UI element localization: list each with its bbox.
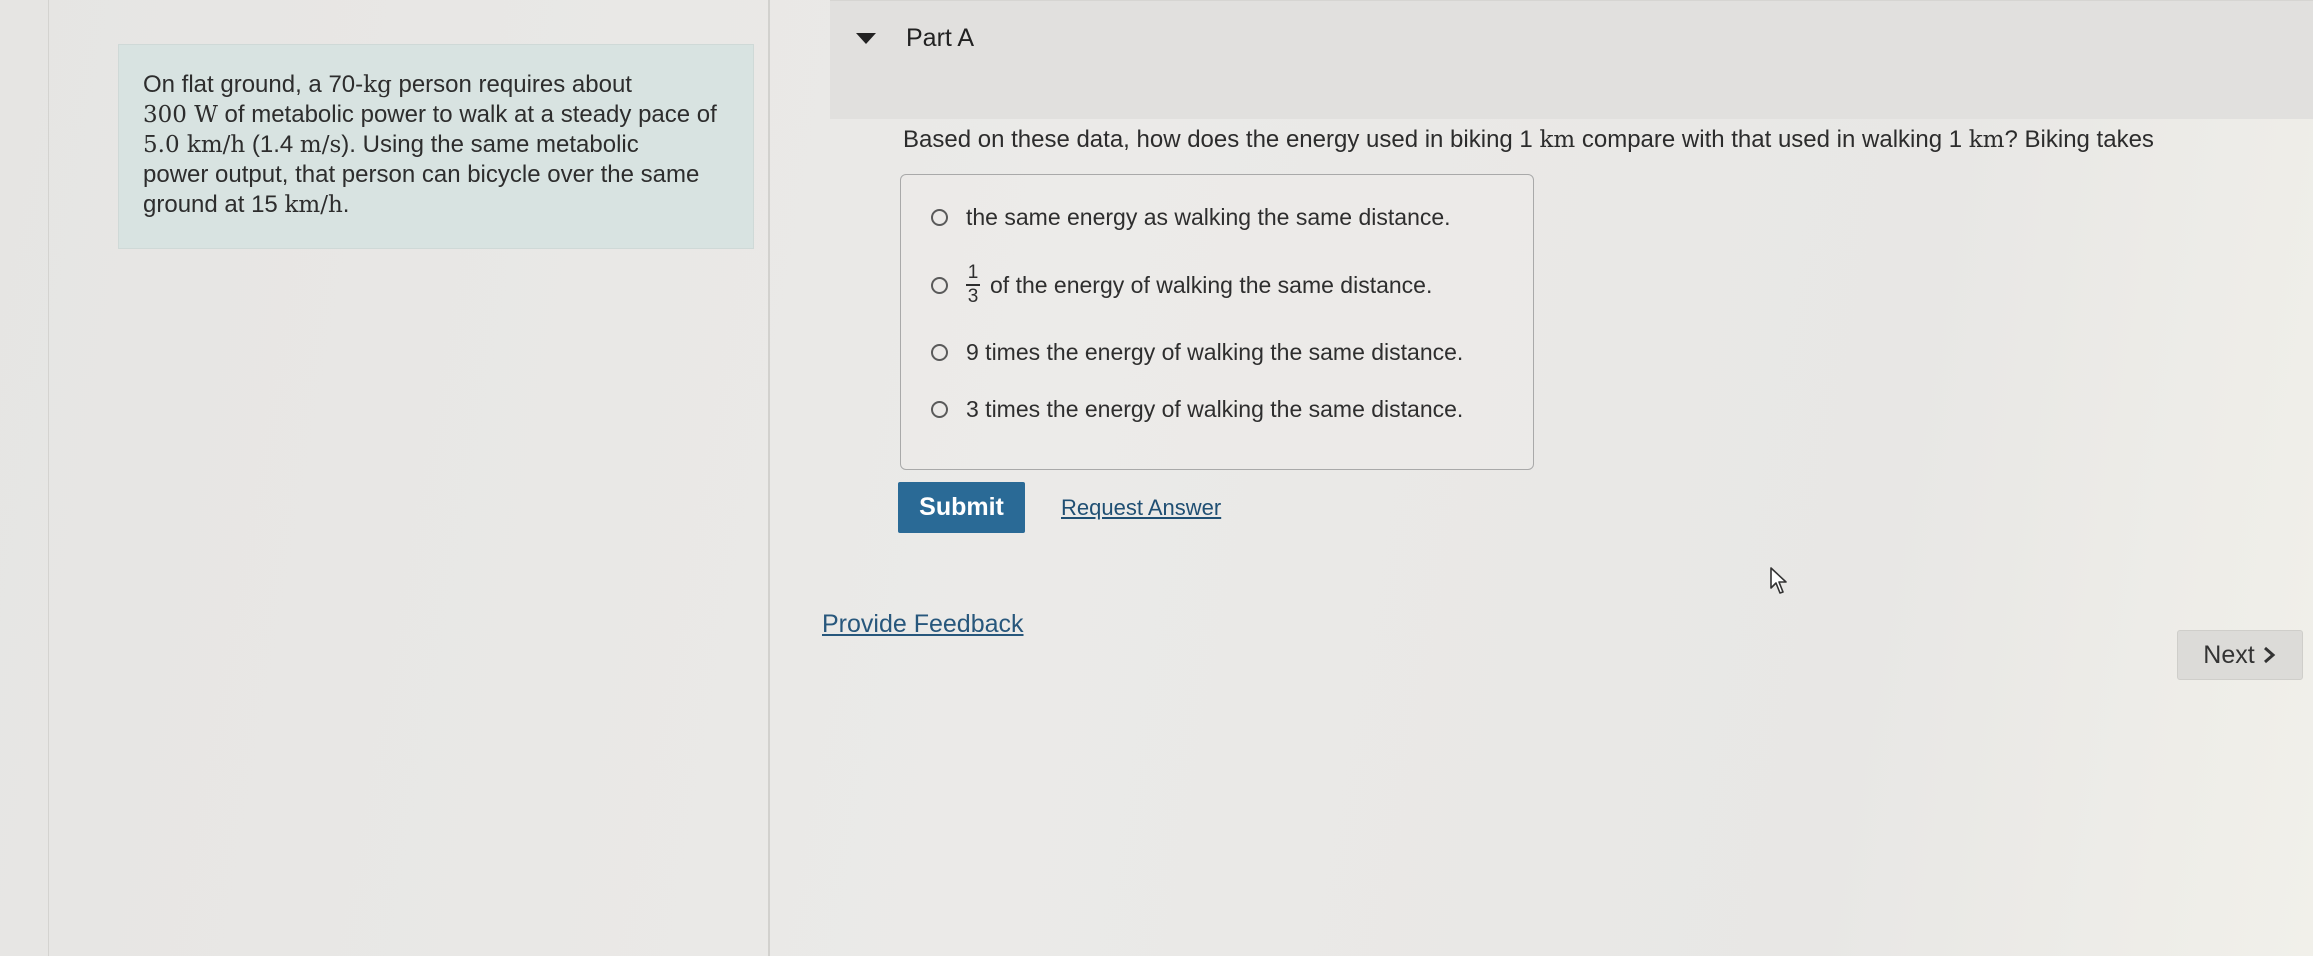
question-text-c: ? Biking takes — [2004, 126, 2154, 153]
radio-button[interactable] — [931, 401, 948, 418]
part-title[interactable]: Part A — [906, 24, 974, 53]
problem-text-1a: On flat ground, a 70- — [143, 71, 364, 98]
problem-unit-kmh: km/h — [284, 192, 343, 218]
answer-options: the same energy as walking the same dist… — [900, 174, 1534, 470]
option-three-times[interactable]: 3 times the energy of walking the same d… — [931, 396, 1463, 423]
problem-text-5b: . — [342, 191, 350, 218]
problem-statement: On flat ground, a 70-kg person requires … — [118, 44, 754, 249]
radio-button[interactable] — [931, 344, 948, 361]
option-one-third[interactable]: 1 3 of the energy of walking the same di… — [931, 263, 1432, 307]
provide-feedback-link[interactable]: Provide Feedback — [822, 610, 1024, 639]
fraction-one-third: 1 3 — [966, 263, 980, 307]
option-same-energy[interactable]: the same energy as walking the same dist… — [931, 204, 1451, 231]
question-unit-km-1: km — [1539, 127, 1576, 153]
question-text-b: compare with that used in walking 1 — [1575, 126, 1969, 153]
problem-text-1b: person requires about — [391, 71, 632, 98]
option-label: 9 times the energy of walking the same d… — [966, 339, 1464, 365]
column-divider — [768, 0, 770, 956]
chevron-right-icon — [2263, 646, 2275, 664]
option-nine-times[interactable]: 9 times the energy of walking the same d… — [931, 339, 1463, 366]
page: On flat ground, a 70-kg person requires … — [0, 0, 2313, 956]
question-text: Based on these data, how does the energy… — [903, 126, 2154, 154]
mouse-pointer-icon — [1770, 567, 1787, 594]
next-button-label: Next — [2203, 640, 2255, 669]
problem-text-4: power output, that person can bicycle ov… — [143, 161, 700, 188]
problem-walk-speed: 5.0 km/h — [143, 132, 246, 158]
problem-unit-ms: m/s — [299, 132, 342, 158]
collapse-caret-icon[interactable] — [856, 33, 876, 44]
fraction-numerator: 1 — [967, 262, 979, 283]
option-label: 3 times the energy of walking the same d… — [966, 396, 1464, 422]
next-button[interactable]: Next — [2177, 630, 2303, 680]
problem-text-3b: ). Using the same metabolic — [341, 131, 639, 158]
option-label: of the energy of walking the same distan… — [990, 271, 1433, 298]
option-label: the same energy as walking the same dist… — [966, 204, 1451, 230]
question-unit-km-2: km — [1968, 127, 2005, 153]
problem-unit-kg: kg — [363, 72, 392, 98]
radio-button[interactable] — [931, 276, 948, 294]
radio-button[interactable] — [931, 209, 948, 226]
fraction-denominator: 3 — [967, 286, 979, 307]
part-header[interactable] — [830, 0, 2313, 119]
question-text-a: Based on these data, how does the energy… — [903, 126, 1540, 153]
request-answer-link[interactable]: Request Answer — [1061, 495, 1221, 521]
problem-text-3a: (1.4 — [245, 131, 300, 158]
submit-button[interactable]: Submit — [898, 482, 1025, 533]
left-edge-line — [48, 0, 49, 956]
problem-text-5a: ground at 15 — [143, 191, 285, 218]
problem-text-2: of metabolic power to walk at a steady p… — [217, 101, 717, 128]
problem-power-value: 300 W — [143, 102, 218, 128]
